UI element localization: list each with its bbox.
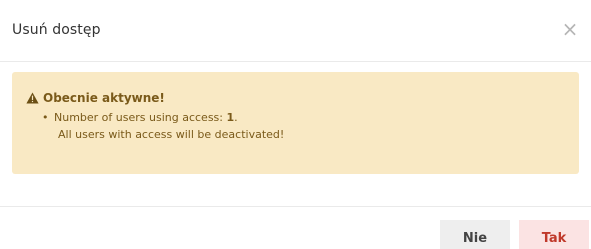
warning-alert: Obecnie aktywne! • Number of users using… xyxy=(12,72,579,174)
users-count-value: 1 xyxy=(226,111,235,124)
list-item: • Number of users using access: 1. xyxy=(42,109,284,126)
yes-button[interactable]: Tak xyxy=(519,220,589,249)
alert-title: Obecnie aktywne! xyxy=(26,91,165,105)
warning-icon xyxy=(26,92,39,104)
remove-access-dialog: Usuń dostęp × Obecnie aktywne! • Number … xyxy=(0,0,591,249)
users-count-text: Number of users using access: 1. xyxy=(54,109,238,126)
deactivation-warning: All users with access will be deactivate… xyxy=(58,128,285,141)
close-icon[interactable]: × xyxy=(559,18,581,40)
alert-list: • Number of users using access: 1. All u… xyxy=(42,109,284,143)
alert-title-text: Obecnie aktywne! xyxy=(43,91,165,105)
dialog-header: Usuń dostęp × xyxy=(0,0,591,62)
no-button[interactable]: Nie xyxy=(440,220,510,249)
dialog-footer: Nie Tak xyxy=(0,206,591,249)
dialog-title: Usuń dostęp xyxy=(12,22,101,38)
bullet-icon: • xyxy=(42,111,49,124)
users-count-label: Number of users using access: xyxy=(54,111,227,124)
users-count-suffix: . xyxy=(234,111,238,124)
dialog-body: Obecnie aktywne! • Number of users using… xyxy=(0,62,591,206)
